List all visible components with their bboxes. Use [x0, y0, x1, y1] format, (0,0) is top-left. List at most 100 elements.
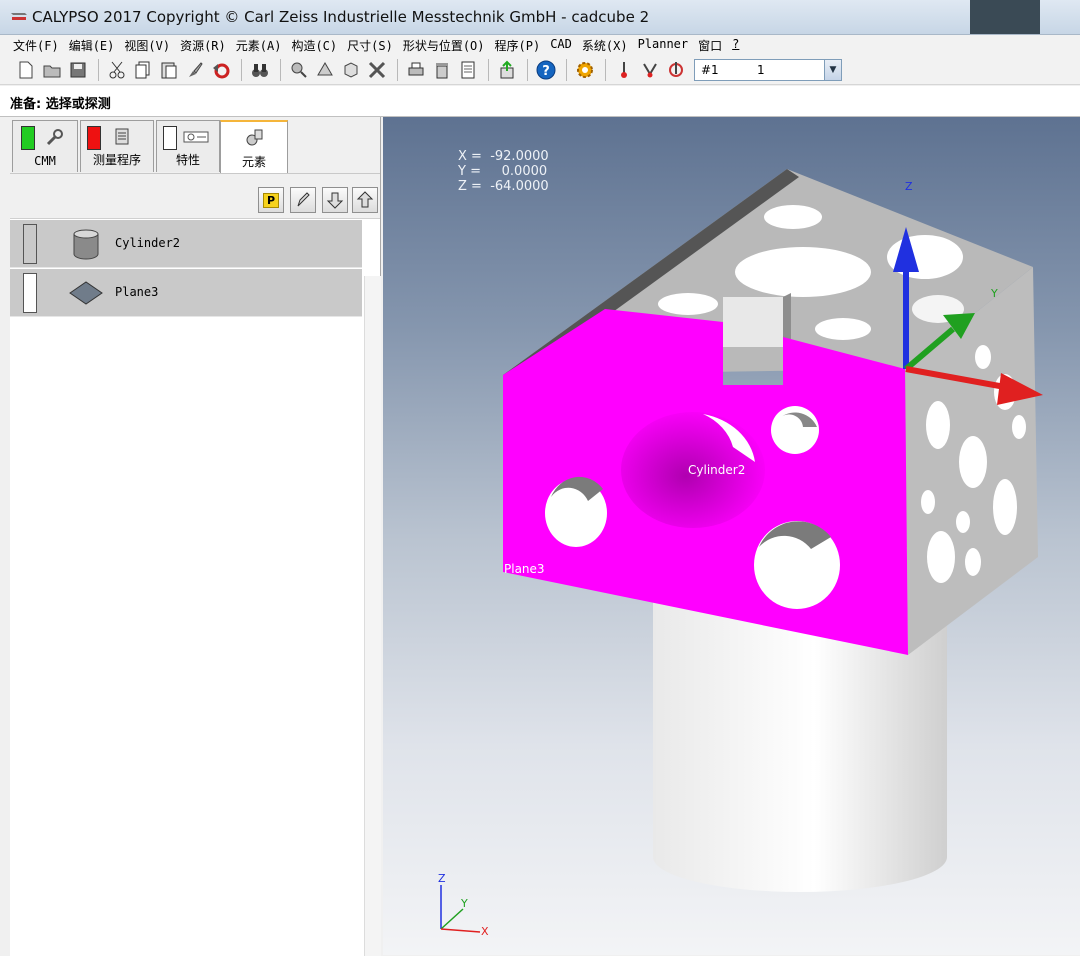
- paste-button[interactable]: [157, 58, 181, 82]
- coord-x-label: X =: [458, 149, 482, 164]
- cad-viewport[interactable]: Z Y Z Y X X = -92.0000 Y = 0.0000 Z = -6…: [383, 117, 1080, 955]
- stylus-button[interactable]: [612, 58, 636, 82]
- tab-characteristics[interactable]: 特性: [156, 120, 220, 172]
- tools-button[interactable]: [365, 58, 389, 82]
- rotate-probe-button[interactable]: [664, 58, 688, 82]
- paste-icon: [161, 62, 177, 78]
- menu-file[interactable]: 文件(F): [8, 35, 64, 55]
- gear-icon: [577, 61, 593, 78]
- program-list-icon: [115, 128, 129, 145]
- delete-button[interactable]: [430, 58, 454, 82]
- title-bar: CALYPSO 2017 Copyright © Carl Zeiss Indu…: [0, 0, 1080, 35]
- pencil-icon: [297, 192, 310, 207]
- chevron-down-icon[interactable]: ▼: [824, 59, 841, 80]
- toolbar-separator: [241, 58, 242, 81]
- menu-window[interactable]: 窗口: [693, 35, 727, 55]
- probe-selector-name: #1: [701, 62, 719, 77]
- feature-construct-icon: [317, 61, 333, 75]
- calypso-logo-icon: [11, 13, 27, 20]
- save-icon: [70, 62, 86, 77]
- brush-button[interactable]: [183, 58, 207, 82]
- plane-icon: [69, 281, 103, 305]
- find-button[interactable]: [248, 58, 272, 82]
- stylus-icon: [621, 61, 627, 78]
- tab-measurement-plan-label: 测量程序: [92, 153, 141, 167]
- menu-program[interactable]: 程序(P): [490, 35, 546, 55]
- trash-icon: [436, 62, 448, 78]
- vertical-scrollbar[interactable]: [364, 276, 381, 956]
- svg-text:?: ?: [542, 64, 550, 79]
- brush-icon: [189, 61, 203, 77]
- menu-bar: 文件(F) 编辑(E) 视图(V) 资源(R) 元素(A) 构造(C) 尺寸(S…: [0, 35, 1080, 55]
- new-button[interactable]: [14, 58, 38, 82]
- move-down-button[interactable]: [322, 187, 348, 213]
- p-badge: P: [262, 192, 280, 208]
- orientation-triad: Z Y X: [438, 872, 489, 938]
- print-button[interactable]: [404, 58, 428, 82]
- feature-tool-2-button[interactable]: [313, 58, 337, 82]
- menu-cad[interactable]: CAD: [545, 35, 577, 55]
- probe-selector-dropdown[interactable]: #1 1 ▼: [694, 58, 842, 81]
- coord-y: Y = 0.0000: [458, 164, 549, 179]
- settings-button[interactable]: [573, 58, 597, 82]
- status-text: 准备: 选择或探测: [10, 97, 111, 112]
- menu-help[interactable]: ?: [727, 35, 744, 55]
- edit-button[interactable]: [290, 187, 316, 213]
- menu-view[interactable]: 视图(V): [119, 35, 175, 55]
- arrow-down-icon: [326, 192, 344, 209]
- cad-model[interactable]: Z Y Z Y X: [383, 117, 1080, 955]
- menu-planner[interactable]: Planner: [633, 35, 694, 55]
- list-item[interactable]: Plane3: [10, 269, 362, 317]
- coord-y-label: Y =: [458, 164, 481, 179]
- toolbar-separator: [98, 58, 99, 81]
- left-panel: CMM 测量程序 特性 元素 P Cylinder2 Plane3: [0, 117, 381, 956]
- rotate-probe-icon: [669, 61, 683, 77]
- probing-button[interactable]: P: [258, 187, 284, 213]
- menu-edit[interactable]: 编辑(E): [64, 35, 120, 55]
- list-item[interactable]: Cylinder2: [10, 220, 362, 268]
- report-button[interactable]: [456, 58, 480, 82]
- copy-button[interactable]: [131, 58, 155, 82]
- coord-z-label: Z =: [458, 179, 482, 194]
- probe-button[interactable]: [638, 58, 662, 82]
- move-up-button[interactable]: [352, 187, 378, 213]
- tools-icon: [368, 61, 386, 78]
- menu-system[interactable]: 系统(X): [577, 35, 633, 55]
- axis-z-label: Z: [905, 180, 913, 193]
- scissors-icon: [109, 61, 125, 78]
- cylinder2-label[interactable]: Cylinder2: [688, 463, 745, 477]
- undo-button[interactable]: [209, 58, 233, 82]
- feature-cube-icon: [344, 61, 358, 78]
- feature-tool-1-button[interactable]: [287, 58, 311, 82]
- help-button[interactable]: ?: [534, 58, 558, 82]
- save-button[interactable]: [66, 58, 90, 82]
- window-title: CALYPSO 2017 Copyright © Carl Zeiss Indu…: [32, 8, 650, 26]
- menu-construct[interactable]: 构造(C): [286, 35, 342, 55]
- coord-y-value: 0.0000: [501, 164, 548, 179]
- title-bar-dark-area: [970, 0, 1040, 34]
- toolbar-separator: [566, 58, 567, 81]
- open-folder-icon: [43, 65, 61, 77]
- arrow-up-icon: [356, 191, 374, 208]
- menu-size[interactable]: 尺寸(S): [342, 35, 398, 55]
- row-status-indicator: [23, 273, 37, 313]
- menu-elements[interactable]: 元素(A): [231, 35, 287, 55]
- tab-measurement-plan[interactable]: 测量程序: [80, 120, 154, 172]
- menu-resources[interactable]: 资源(R): [175, 35, 231, 55]
- menu-form-position[interactable]: 形状与位置(O): [398, 35, 490, 55]
- tab-features[interactable]: 元素: [220, 120, 288, 174]
- tab-cmm[interactable]: CMM: [12, 120, 78, 172]
- tab-cmm-label: CMM: [34, 154, 56, 168]
- cut-button[interactable]: [105, 58, 129, 82]
- toolbar-separator: [605, 58, 606, 81]
- document-icon: [461, 61, 475, 78]
- feature-probe-icon: [291, 62, 307, 78]
- feature-tool-3-button[interactable]: [339, 58, 363, 82]
- toolbar-separator: [280, 58, 281, 81]
- coord-x-value: -92.0000: [490, 149, 549, 164]
- open-button[interactable]: [40, 58, 64, 82]
- export-button[interactable]: [495, 58, 519, 82]
- feature-list-panel: P Cylinder2 Plane3: [10, 173, 381, 956]
- printer-icon: [408, 62, 424, 75]
- plane3-label[interactable]: Plane3: [504, 562, 545, 576]
